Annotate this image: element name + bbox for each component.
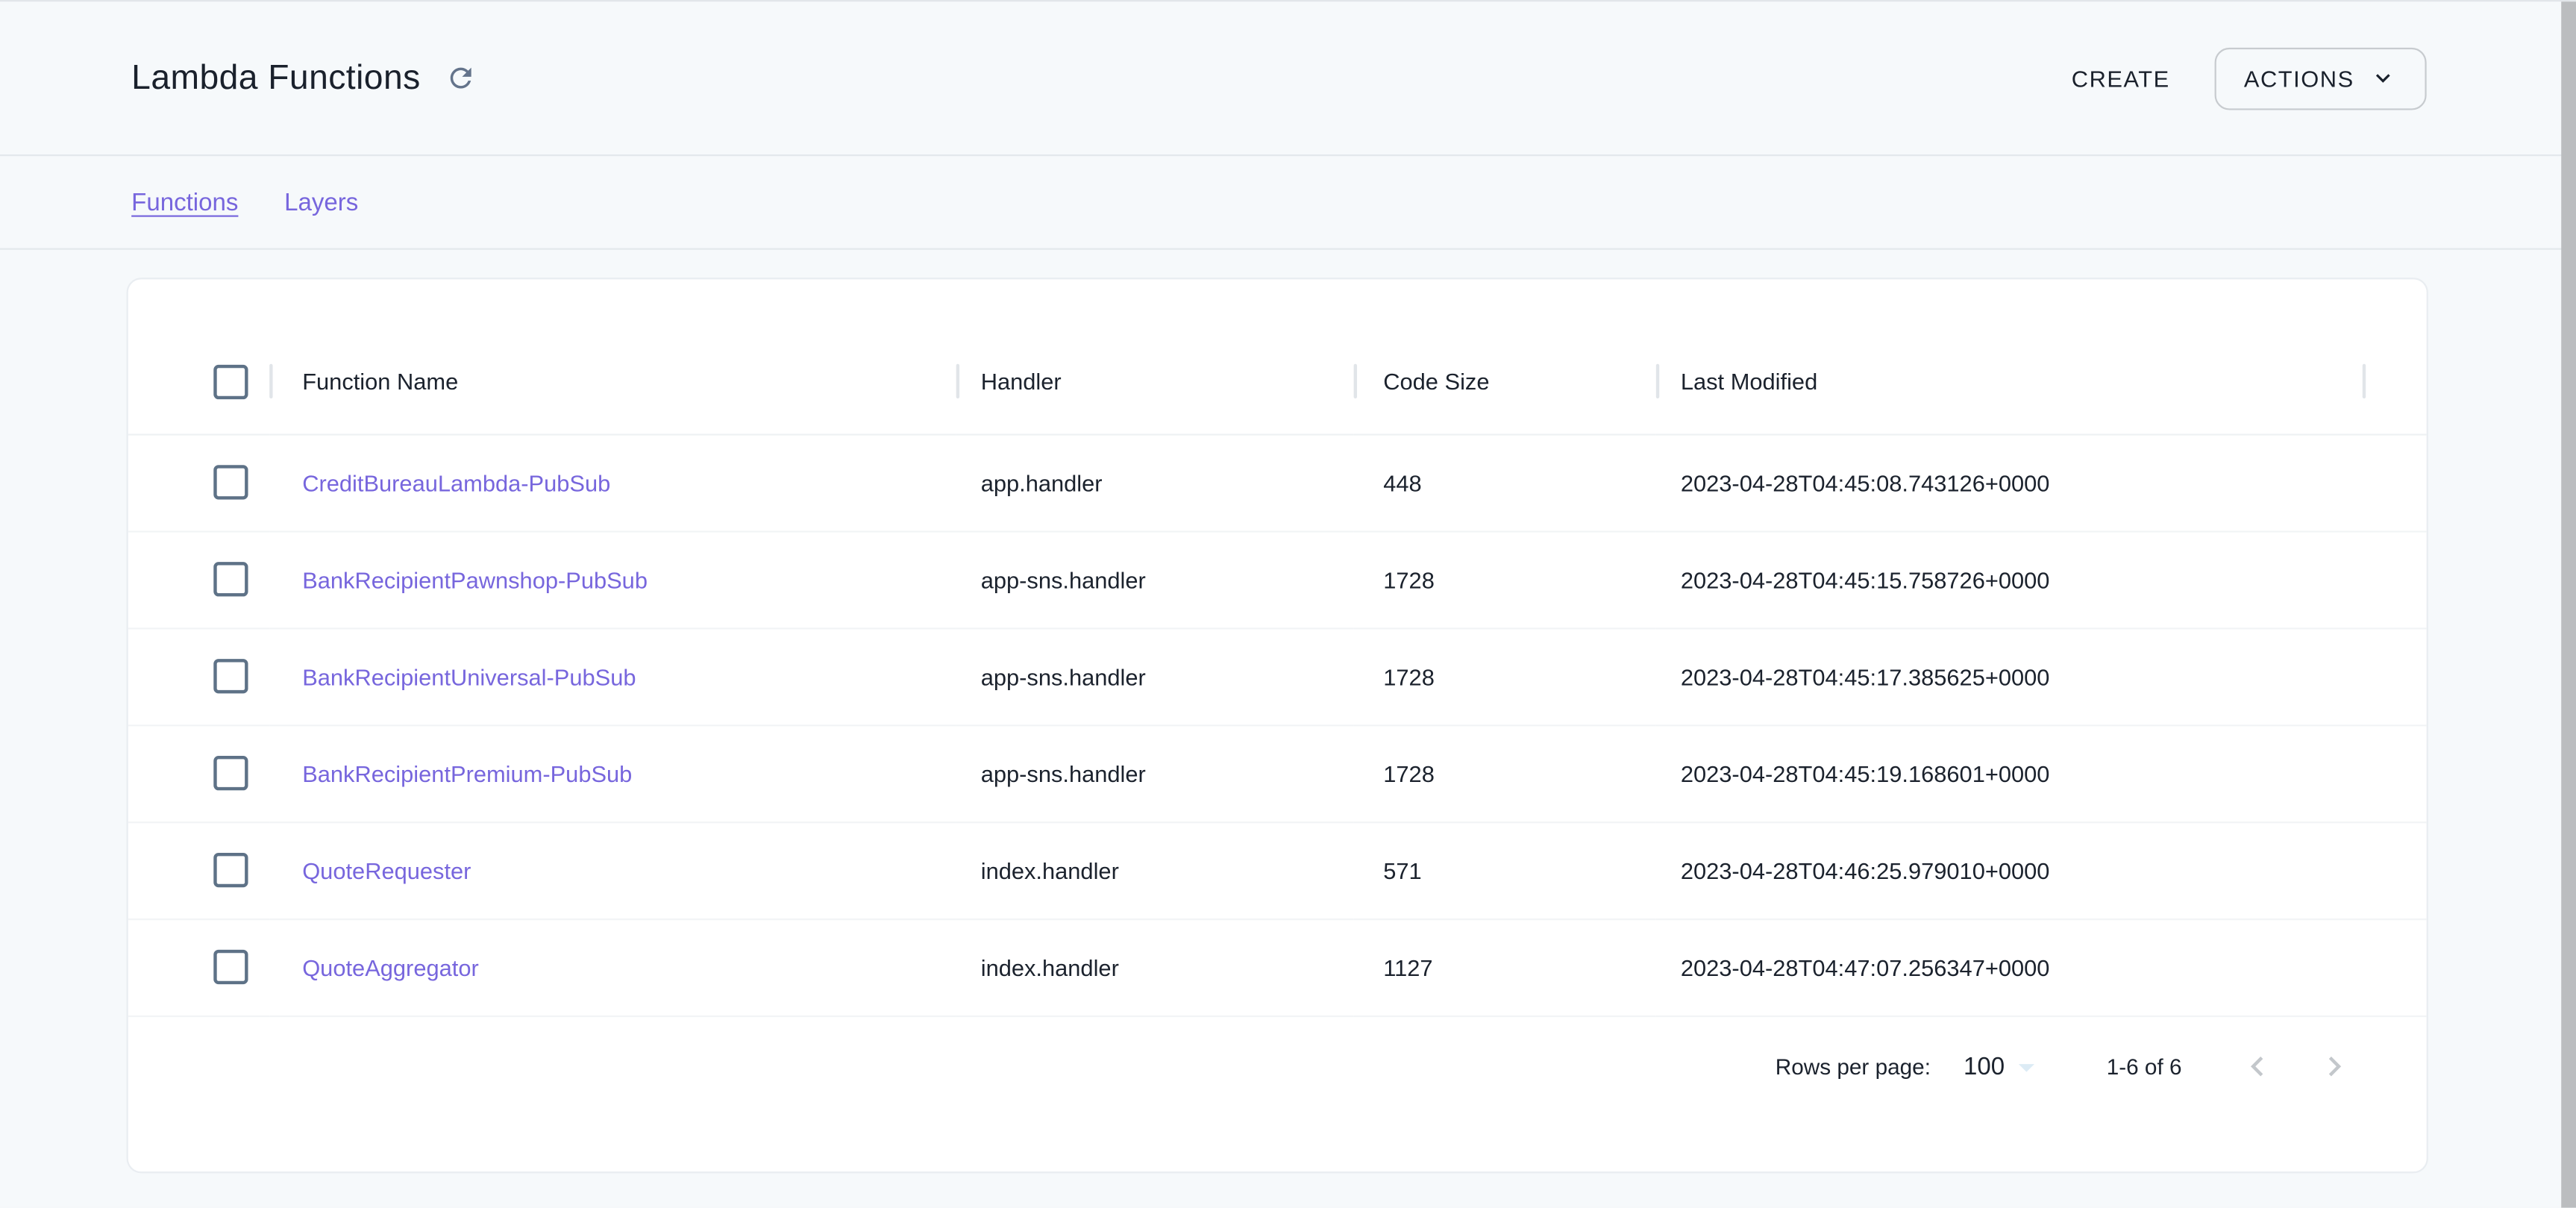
column-header-handler[interactable]: Handler [956, 331, 1354, 434]
code-size-cell: 1728 [1354, 531, 1656, 628]
row-checkbox[interactable] [213, 562, 248, 596]
table-row: BankRecipientUniversal-PubSub app-sns.ha… [128, 628, 2427, 725]
table-row: QuoteAggregator index.handler 1127 2023-… [128, 918, 2427, 1015]
create-button[interactable]: CREATE [2055, 51, 2187, 104]
handler-cell: app-sns.handler [956, 531, 1354, 628]
table-row: BankRecipientPremium-PubSub app-sns.hand… [128, 725, 2427, 821]
function-name-link[interactable]: BankRecipientPremium-PubSub [302, 760, 632, 786]
code-size-cell: 1728 [1354, 628, 1656, 725]
column-header-function-name[interactable]: Function Name [269, 331, 956, 434]
handler-cell: app.handler [956, 434, 1354, 531]
table-row: QuoteRequester index.handler 571 2023-04… [128, 821, 2427, 918]
handler-cell: app-sns.handler [956, 725, 1354, 821]
dropdown-arrow-icon [2005, 1048, 2046, 1086]
title-bar: Lambda Functions CREATE ACTIONS [0, 1, 2576, 156]
tab-layers[interactable]: Layers [284, 188, 358, 216]
refresh-button[interactable] [445, 62, 478, 95]
tab-functions[interactable]: Functions [131, 188, 238, 216]
last-modified-cell: 2023-04-28T04:47:07.256347+0000 [1656, 918, 2427, 1015]
tabs-bar: Functions Layers [0, 156, 2576, 250]
handler-cell: index.handler [956, 821, 1354, 918]
table-header-row: Function Name Handler Code Size Last Mod… [128, 331, 2427, 434]
rows-per-page-value: 100 [1964, 1053, 2005, 1080]
table-pagination: Rows per page: 100 1-6 of 6 [128, 1016, 2427, 1116]
table-row: CreditBureauLambda-PubSub app.handler 44… [128, 434, 2427, 531]
rows-per-page-select[interactable]: 100 [1964, 1048, 2046, 1086]
chevron-left-icon [2237, 1047, 2277, 1086]
handler-cell: app-sns.handler [956, 628, 1354, 725]
last-modified-cell: 2023-04-28T04:45:19.168601+0000 [1656, 725, 2427, 821]
column-header-last-modified[interactable]: Last Modified [1656, 331, 2427, 434]
functions-table-card: Function Name Handler Code Size Last Mod… [127, 278, 2428, 1173]
functions-table: Function Name Handler Code Size Last Mod… [128, 331, 2427, 1016]
lambda-functions-page: Lambda Functions CREATE ACTIONS Function… [0, 0, 2576, 1206]
next-page-button[interactable] [2315, 1047, 2354, 1086]
chevron-right-icon [2315, 1047, 2354, 1086]
last-modified-cell: 2023-04-28T04:45:08.743126+0000 [1656, 434, 2427, 531]
function-name-link[interactable]: QuoteAggregator [302, 954, 479, 980]
row-checkbox[interactable] [213, 465, 248, 499]
pagination-range: 1-6 of 6 [2107, 1054, 2182, 1079]
function-name-link[interactable]: CreditBureauLambda-PubSub [302, 469, 610, 495]
function-name-link[interactable]: BankRecipientUniversal-PubSub [302, 663, 636, 689]
rows-per-page-label: Rows per page: [1776, 1054, 1931, 1079]
code-size-cell: 448 [1354, 434, 1656, 531]
last-modified-cell: 2023-04-28T04:46:25.979010+0000 [1656, 821, 2427, 918]
vertical-scrollbar[interactable] [2561, 1, 2576, 1207]
code-size-cell: 571 [1354, 821, 1656, 918]
column-header-code-size[interactable]: Code Size [1354, 331, 1656, 434]
previous-page-button[interactable] [2237, 1047, 2277, 1086]
function-name-link[interactable]: QuoteRequester [302, 857, 471, 883]
row-checkbox[interactable] [213, 950, 248, 984]
function-name-link[interactable]: BankRecipientPawnshop-PubSub [302, 566, 648, 592]
last-modified-cell: 2023-04-28T04:45:17.385625+0000 [1656, 628, 2427, 725]
chevron-down-icon [2369, 64, 2397, 92]
row-checkbox[interactable] [213, 756, 248, 790]
page-title: Lambda Functions [131, 58, 421, 98]
code-size-cell: 1728 [1354, 725, 1656, 821]
select-all-checkbox[interactable] [213, 364, 248, 398]
handler-cell: index.handler [956, 918, 1354, 1015]
last-modified-cell: 2023-04-28T04:45:15.758726+0000 [1656, 531, 2427, 628]
table-row: BankRecipientPawnshop-PubSub app-sns.han… [128, 531, 2427, 628]
refresh-icon [446, 63, 477, 94]
actions-button-label: ACTIONS [2244, 65, 2354, 91]
row-checkbox[interactable] [213, 853, 248, 887]
actions-button[interactable]: ACTIONS [2214, 47, 2426, 110]
code-size-cell: 1127 [1354, 918, 1656, 1015]
row-checkbox[interactable] [213, 659, 248, 693]
